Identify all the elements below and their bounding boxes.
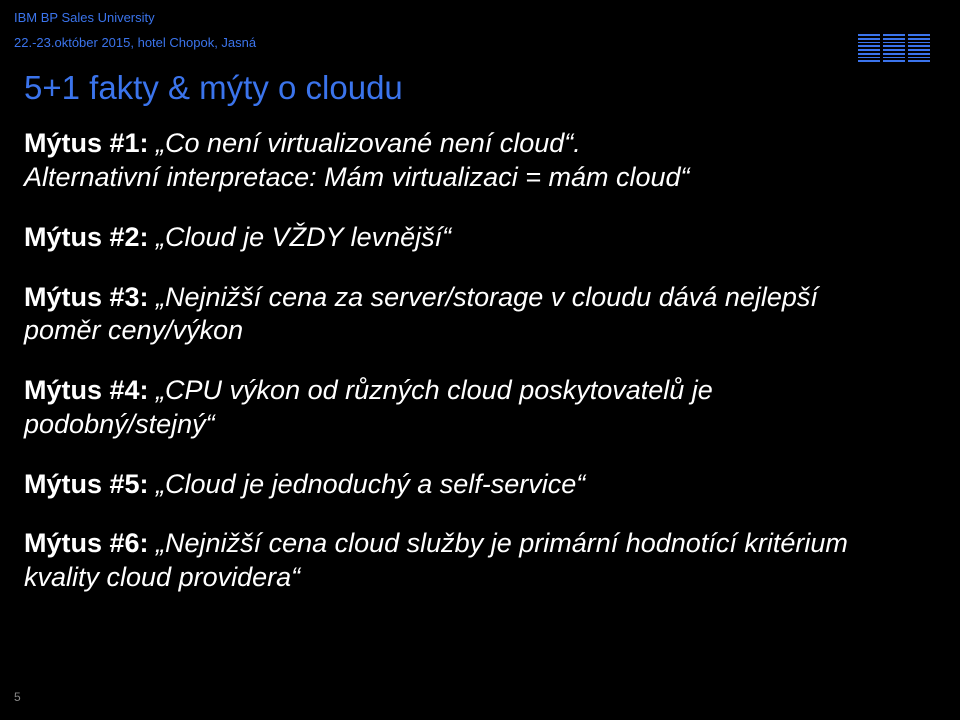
- myth-item: Mýtus #4: „CPU výkon od různých cloud po…: [24, 374, 890, 442]
- myth-text: „Nejnižší cena cloud služby je primární …: [24, 528, 848, 592]
- myth-item: Mýtus #3: „Nejnižší cena za server/stora…: [24, 281, 890, 349]
- slide-body: Mýtus #1: „Co není virtualizované není c…: [0, 107, 960, 595]
- myth-item: Mýtus #6: „Nejnižší cena cloud služby je…: [24, 527, 890, 595]
- myth-label: Mýtus #4:: [24, 375, 149, 405]
- header-line-2: 22.-23.október 2015, hotel Chopok, Jasná: [14, 31, 960, 56]
- myth-item: Mýtus #2: „Cloud je VŽDY levnější“: [24, 221, 890, 255]
- slide-title: 5+1 fakty & mýty o cloudu: [0, 55, 960, 107]
- myth-label: Mýtus #3:: [24, 282, 149, 312]
- slide-header: IBM BP Sales University 22.-23.október 2…: [0, 0, 960, 55]
- myth-label: Mýtus #5:: [24, 469, 149, 499]
- myth-item: Mýtus #5: „Cloud je jednoduchý a self-se…: [24, 468, 890, 502]
- header-line-1: IBM BP Sales University: [14, 6, 960, 31]
- myth-subtext: Alternativní interpretace: Mám virtualiz…: [24, 162, 690, 192]
- myth-text: „Co není virtualizované není cloud“.: [149, 128, 581, 158]
- myth-text: „Cloud je jednoduchý a self-service“: [149, 469, 586, 499]
- myth-item: Mýtus #1: „Co není virtualizované není c…: [24, 127, 890, 195]
- ibm-logo-icon: [858, 34, 930, 62]
- myth-label: Mýtus #2:: [24, 222, 149, 252]
- myth-label: Mýtus #1:: [24, 128, 149, 158]
- myth-text: „Cloud je VŽDY levnější“: [149, 222, 452, 252]
- page-number: 5: [14, 690, 21, 704]
- myth-label: Mýtus #6:: [24, 528, 149, 558]
